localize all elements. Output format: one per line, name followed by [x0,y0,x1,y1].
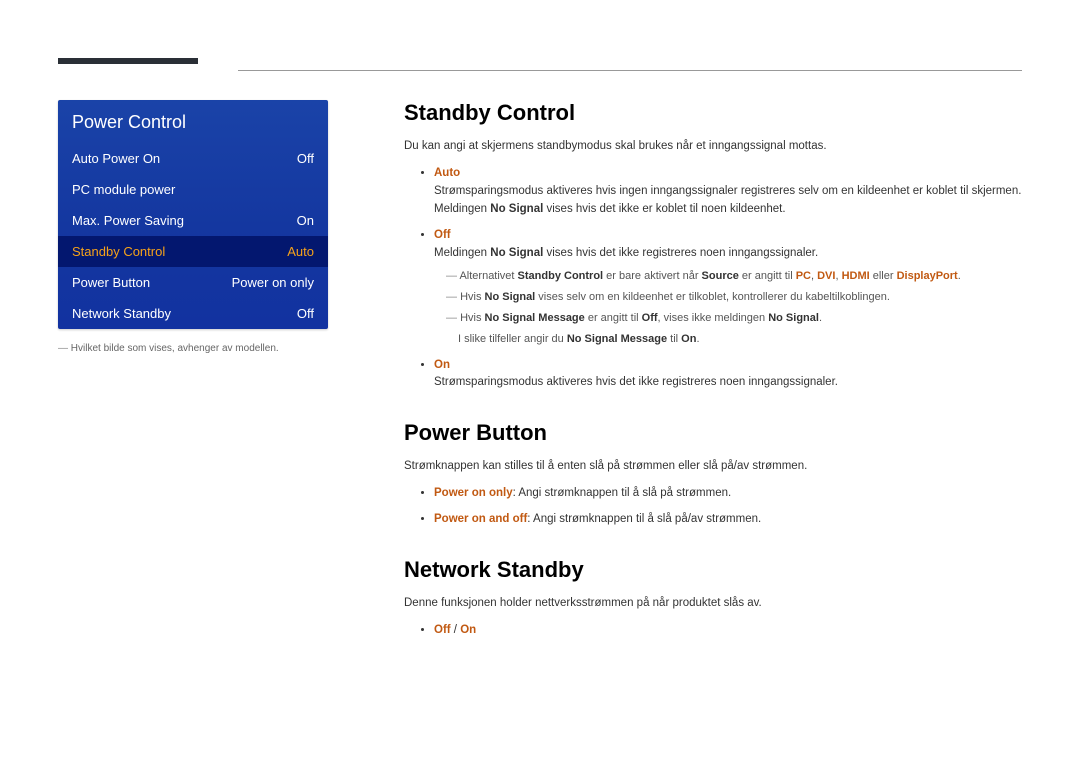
option-power-on-and-off: Power on and off: Angi strømknappen til … [434,511,1022,529]
option-off-line-post: vises hvis det ikke registreres noen inn… [543,247,818,259]
option-label-power-on-only: Power on only [434,487,513,499]
option-off-line-pre: Meldingen [434,247,490,259]
option-power-on-only: Power on only: Angi strømknappen til å s… [434,485,1022,503]
header-divider [238,70,1022,71]
menu-row-label: Network Standby [72,306,171,321]
menu-row-label: Max. Power Saving [72,213,184,228]
osd-menu-title: Power Control [58,100,328,143]
menu-row-label: Power Button [72,275,150,290]
header-accent-bar [58,58,198,64]
option-label-on: On [460,624,476,636]
menu-row-standby-control[interactable]: Standby Control Auto [58,236,328,267]
image-footnote: Hvilket bilde som vises, avhenger av mod… [58,343,358,354]
section-standby-control: Standby Control Du kan angi at skjermens… [404,100,1022,392]
menu-row-value: Off [297,151,314,166]
key-no-signal: No Signal [490,247,543,259]
option-off-on: Off / On [434,622,1022,640]
option-on: On Strømsparingsmodus aktiveres hvis det… [434,357,1022,393]
option-auto-line2-pre: Meldingen [434,203,490,215]
option-label-off: Off [434,229,451,241]
subnote-cable: Hvis No Signal vises selv om en kildeenh… [446,289,1022,306]
intro-network-standby: Denne funksjonen holder nettverksstrømme… [404,595,1022,612]
option-auto: Auto Strømsparingsmodus aktiveres hvis i… [434,165,1022,218]
menu-row-pc-module-power[interactable]: PC module power [58,174,328,205]
subnote-set-on: I slike tilfeller angir du No Signal Mes… [446,331,1022,348]
menu-row-max-power-saving[interactable]: Max. Power Saving On [58,205,328,236]
heading-standby-control: Standby Control [404,100,1022,126]
menu-row-label: PC module power [72,182,175,197]
menu-row-value: Auto [287,244,314,259]
menu-row-value: On [297,213,314,228]
heading-network-standby: Network Standby [404,557,1022,583]
menu-row-network-standby[interactable]: Network Standby Off [58,298,328,329]
option-auto-line1: Strømsparingsmodus aktiveres hvis ingen … [434,185,1021,197]
menu-row-label: Auto Power On [72,151,160,166]
menu-row-value: Power on only [232,275,314,290]
menu-row-power-button[interactable]: Power Button Power on only [58,267,328,298]
osd-menu-panel: Power Control Auto Power On Off PC modul… [58,100,328,329]
heading-power-button: Power Button [404,420,1022,446]
option-label-off: Off [434,624,451,636]
intro-standby: Du kan angi at skjermens standbymodus sk… [404,138,1022,155]
subnote-no-signal-message: Hvis No Signal Message er angitt til Off… [446,310,1022,327]
option-off: Off Meldingen No Signal vises hvis det i… [434,227,1022,349]
option-label-auto: Auto [434,167,460,179]
option-auto-line2-post: vises hvis det ikke er koblet til noen k… [543,203,785,215]
section-network-standby: Network Standby Denne funksjonen holder … [404,557,1022,640]
option-label-power-on-and-off: Power on and off [434,513,527,525]
option-label-on: On [434,359,450,371]
intro-power-button: Strømknappen kan stilles til å enten slå… [404,458,1022,475]
menu-row-label: Standby Control [72,244,165,259]
subnote-source: Alternativet Standby Control er bare akt… [446,268,1022,285]
menu-row-value: Off [297,306,314,321]
section-power-button: Power Button Strømknappen kan stilles ti… [404,420,1022,529]
key-no-signal: No Signal [490,203,543,215]
menu-row-auto-power-on[interactable]: Auto Power On Off [58,143,328,174]
option-on-line: Strømsparingsmodus aktiveres hvis det ik… [434,376,838,388]
